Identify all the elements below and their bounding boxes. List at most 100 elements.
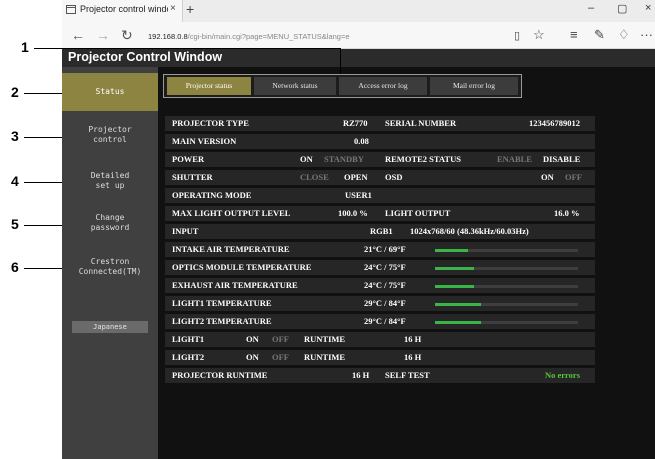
light1-label: LIGHT1 (172, 334, 205, 344)
browser-tab-title: Projector control windo (80, 4, 168, 14)
light1-runtime-value: 16 H (404, 334, 422, 344)
osd-on: ON (541, 172, 554, 182)
light2-on: ON (246, 352, 259, 362)
light2-runtime-value: 16 H (404, 352, 422, 362)
status-row (165, 350, 595, 365)
remote2-disable: DISABLE (543, 154, 581, 164)
minimize-icon[interactable]: – (588, 2, 594, 14)
temperature-bar-fill (435, 285, 474, 288)
self-test-label: SELF TEST (385, 370, 430, 380)
shutter-label: SHUTTER (172, 172, 213, 182)
remote2-status-label: REMOTE2 STATUS (385, 154, 461, 164)
exhaust-air-temperature-label: EXHAUST AIR TEMPERATURE (172, 280, 298, 290)
hub-icon[interactable]: ≡ (570, 27, 578, 42)
intake-air-temperature-value: 21°C / 69°F (364, 244, 406, 254)
new-tab-icon[interactable]: + (186, 1, 194, 17)
osd-label: OSD (385, 172, 403, 182)
callout-line (24, 182, 62, 183)
operating-mode-label: OPERATING MODE (172, 190, 252, 200)
tab-projector-status[interactable]: Projector status (167, 77, 251, 95)
language-japanese-button[interactable]: Japanese (72, 321, 148, 333)
projector-type-value: RZ770 (343, 118, 368, 128)
temperature-bar-fill (435, 267, 474, 270)
operating-mode-value: USER1 (345, 190, 372, 200)
light2-runtime-label: RUNTIME (304, 352, 346, 362)
address-path: /cgi-bin/main.cgi?page=MENU_STATUS&lang=… (187, 32, 350, 41)
address-bar[interactable]: 192.168.0.8/cgi-bin/main.cgi?page=MENU_S… (148, 32, 350, 41)
temperature-bar (435, 267, 578, 270)
status-row (165, 170, 595, 185)
input-signal: 1024x768/60 (48.36kHz/60.03Hz) (410, 226, 529, 236)
browser-tab[interactable]: Projector control windo × (62, 0, 183, 22)
callout-number: 3 (11, 128, 19, 144)
input-label: INPUT (172, 226, 199, 236)
light2-off: OFF (272, 352, 289, 362)
projector-runtime-value: 16 H (352, 370, 370, 380)
light2-temperature-label: LIGHT2 TEMPERATURE (172, 316, 272, 326)
forward-icon[interactable]: → (96, 27, 110, 43)
serial-number-value: 123456789012 (529, 118, 580, 128)
callout-line (340, 48, 341, 74)
max-light-output-value: 100.0 % (338, 208, 368, 218)
page-icon (66, 5, 76, 14)
status-row (165, 332, 595, 347)
callout-line (24, 93, 62, 94)
menu-change-password[interactable]: Change password (62, 204, 158, 242)
temperature-bar (435, 249, 578, 252)
main-version-label: MAIN VERSION (172, 136, 237, 146)
temperature-bar-fill (435, 321, 481, 324)
close-tab-icon[interactable]: × (170, 3, 176, 14)
serial-number-label: SERIAL NUMBER (385, 118, 457, 128)
power-standby: STANDBY (324, 154, 364, 164)
light2-temperature-value: 29°C / 84°F (364, 316, 406, 326)
projector-type-label: PROJECTOR TYPE (172, 118, 249, 128)
menu-status[interactable]: Status (62, 73, 158, 111)
light-output-value: 16.0 % (554, 208, 580, 218)
tab-mail-error-log[interactable]: Mail error log (430, 77, 518, 95)
menu-detailed-set-up[interactable]: Detailed set up (62, 162, 158, 200)
callout-number: 2 (11, 84, 19, 100)
share-icon[interactable]: ♢ (618, 27, 630, 43)
optics-module-temperature-label: OPTICS MODULE TEMPERATURE (172, 262, 312, 272)
optics-module-temperature-value: 24°C / 75°F (364, 262, 406, 272)
menu-projector-control[interactable]: Projector control (62, 116, 158, 154)
favorite-star-icon[interactable]: ☆ (533, 27, 545, 43)
intake-air-temperature-label: INTAKE AIR TEMPERATURE (172, 244, 290, 254)
light2-label: LIGHT2 (172, 352, 205, 362)
refresh-icon[interactable]: ↻ (121, 27, 133, 44)
exhaust-air-temperature-value: 24°C / 75°F (364, 280, 406, 290)
projector-runtime-label: PROJECTOR RUNTIME (172, 370, 268, 380)
shutter-close: CLOSE (300, 172, 329, 182)
max-light-output-label: MAX LIGHT OUTPUT LEVEL (172, 208, 291, 218)
main-version-value: 0.08 (354, 136, 369, 146)
window-close-icon[interactable]: × (645, 2, 651, 14)
callout-number: 5 (11, 216, 19, 232)
callout-line (24, 225, 62, 226)
light1-off: OFF (272, 334, 289, 344)
tab-access-error-log[interactable]: Access error log (339, 77, 427, 95)
tab-network-status[interactable]: Network status (254, 77, 336, 95)
temperature-bar-fill (435, 249, 468, 252)
temperature-bar-fill (435, 303, 481, 306)
light-output-label: LIGHT OUTPUT (385, 208, 451, 218)
power-on: ON (300, 154, 313, 164)
reading-view-icon[interactable]: ▯ (514, 29, 520, 42)
maximize-icon[interactable]: ▢ (617, 2, 627, 15)
input-value: RGB1 (370, 226, 393, 236)
light1-temperature-label: LIGHT1 TEMPERATURE (172, 298, 272, 308)
back-icon[interactable]: ← (71, 27, 85, 43)
light1-on: ON (246, 334, 259, 344)
temperature-bar (435, 285, 578, 288)
temperature-bar (435, 321, 578, 324)
shutter-open: OPEN (344, 172, 368, 182)
callout-line (24, 137, 62, 138)
light1-temperature-value: 29°C / 84°F (364, 298, 406, 308)
more-icon[interactable]: ··· (640, 27, 653, 42)
osd-off: OFF (565, 172, 582, 182)
self-test-value: No errors (545, 370, 581, 380)
power-label: POWER (172, 154, 205, 164)
remote2-enable: ENABLE (497, 154, 532, 164)
callout-number: 6 (11, 259, 19, 275)
web-note-icon[interactable]: ✎ (594, 27, 605, 43)
menu-crestron-connected[interactable]: Crestron Connected(TM) (62, 248, 158, 286)
